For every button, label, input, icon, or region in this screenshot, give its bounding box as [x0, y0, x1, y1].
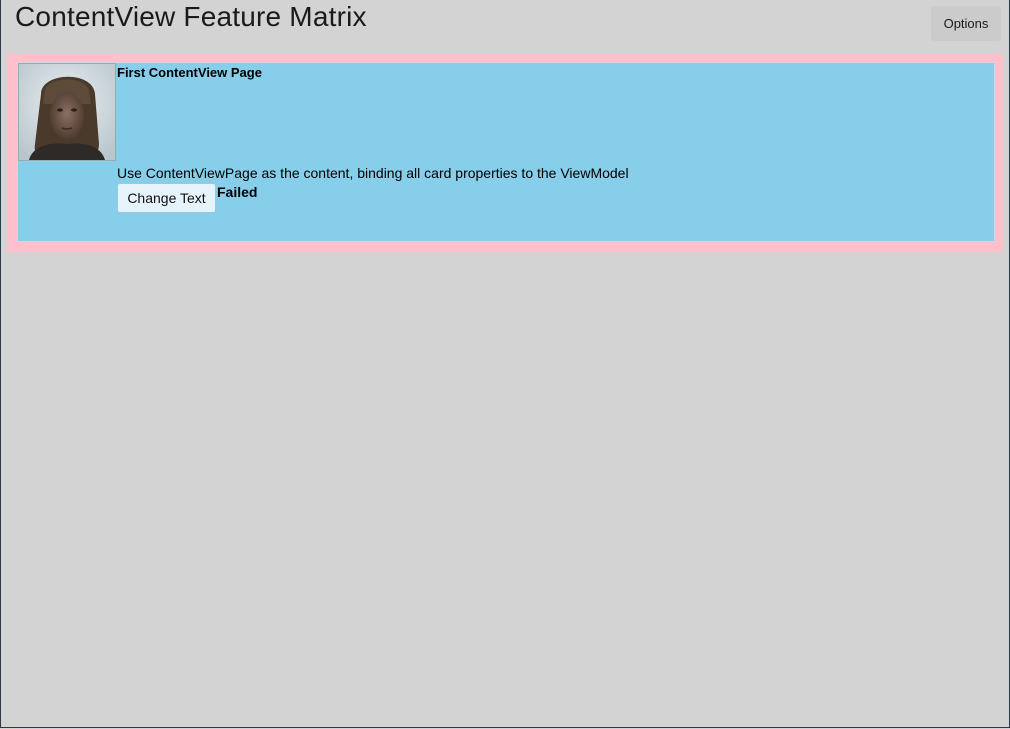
avatar: [18, 63, 116, 161]
avatar-photo: [19, 64, 115, 160]
page-title: ContentView Feature Matrix: [15, 1, 367, 32]
card-description: Use ContentViewPage as the content, bind…: [117, 165, 629, 181]
options-button[interactable]: Options: [931, 6, 1001, 41]
change-text-button[interactable]: Change Text: [117, 183, 216, 213]
content-card: First ContentView Page Use ContentViewPa…: [17, 62, 995, 242]
card-title: First ContentView Page: [117, 65, 262, 80]
status-label: Failed: [217, 184, 258, 200]
app-window: ContentView Feature Matrix Options First…: [0, 0, 1010, 728]
card-border: First ContentView Page Use ContentViewPa…: [7, 54, 1003, 252]
